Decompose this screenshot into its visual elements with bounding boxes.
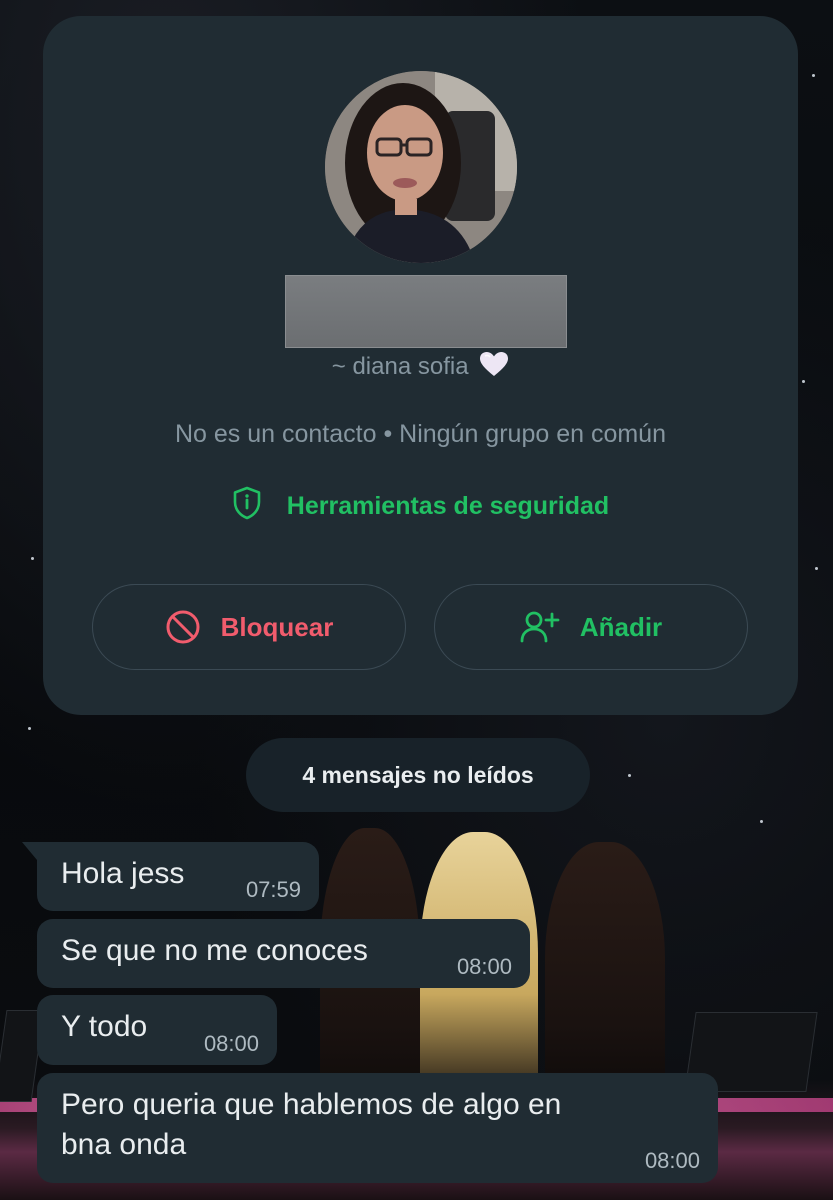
- message-time: 08:00: [456, 954, 512, 979]
- message-text: Pero queria que hablemos de algo en bna …: [61, 1088, 562, 1161]
- security-tools-link[interactable]: Herramientas de seguridad: [43, 486, 798, 530]
- add-contact-label: Añadir: [579, 611, 663, 642]
- unread-messages-divider: 4 mensajes no leídos: [246, 738, 590, 812]
- shield-icon: [232, 486, 262, 530]
- message-bubble[interactable]: Pero queria que hablemos de algo en bna …: [37, 1073, 718, 1183]
- wallpaper-star: [628, 774, 631, 777]
- redacted-name-block: [285, 275, 567, 348]
- wallpaper-star: [31, 557, 34, 560]
- message-text: Y todo: [61, 1010, 148, 1043]
- security-tools-label: Herramientas de seguridad: [286, 492, 610, 520]
- profile-username: ~ diana sofia: [43, 350, 798, 387]
- message-text: Se que no me conoces: [61, 934, 368, 967]
- username-text: ~ diana sofia: [331, 353, 469, 380]
- contact-status-text: No es un contacto • Ningún grupo en comú…: [174, 420, 666, 448]
- wallpaper-star: [28, 727, 31, 730]
- message-bubble[interactable]: Se que no me conoces 08:00: [37, 919, 530, 988]
- block-icon: [165, 609, 201, 645]
- profile-avatar[interactable]: [325, 71, 517, 263]
- message-time: 07:59: [245, 877, 301, 902]
- wallpaper-star: [815, 567, 818, 570]
- wallpaper-star: [802, 380, 805, 383]
- white-heart-icon: [479, 351, 509, 387]
- add-person-icon: [520, 610, 560, 644]
- performer-silhouette: [545, 842, 665, 1102]
- message-bubble[interactable]: Hola jess 07:59: [22, 842, 319, 911]
- message-time: 08:00: [203, 1031, 259, 1056]
- wallpaper-star: [812, 74, 815, 77]
- message-time: 08:00: [644, 1148, 700, 1173]
- wallpaper-star: [760, 820, 763, 823]
- block-button[interactable]: Bloquear: [92, 584, 406, 670]
- block-button-label: Bloquear: [220, 611, 334, 642]
- avatar-photo: [325, 71, 517, 263]
- contact-profile-card: ~ diana sofia No es un contacto • Ningún…: [43, 16, 798, 715]
- add-contact-button[interactable]: Añadir: [434, 584, 748, 670]
- message-text: Hola jess: [61, 857, 185, 890]
- message-bubble[interactable]: Y todo 08:00: [37, 995, 277, 1065]
